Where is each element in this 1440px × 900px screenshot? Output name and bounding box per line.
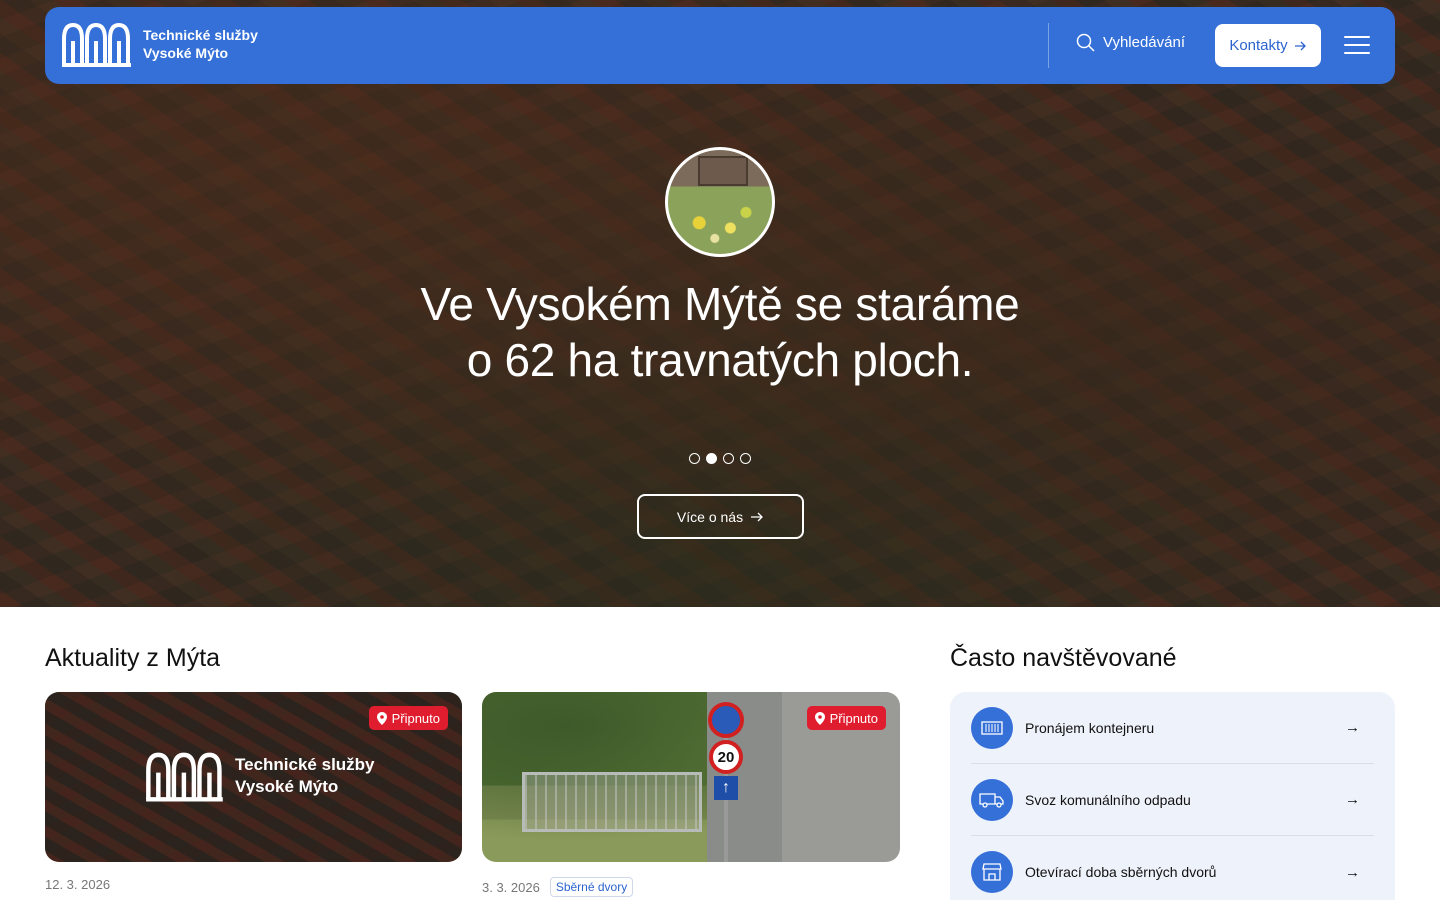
logo-line-1: Technické služby bbox=[143, 27, 258, 43]
site-header: Technické služby Vysoké Mýto Vyhledávání… bbox=[45, 7, 1395, 84]
card-logo-line-1: Technické služby bbox=[235, 755, 375, 774]
frequent-item-label: Otevírací doba sběrných dvorů bbox=[1025, 864, 1217, 880]
card-logo: Technické služby Vysoké Mýto bbox=[145, 750, 375, 802]
truck-icon bbox=[971, 778, 1013, 821]
pinned-label: Připnuto bbox=[829, 710, 878, 726]
news-card-1[interactable]: Připnuto Technické služby Vysoké Mýto bbox=[45, 692, 462, 862]
arrow-right-icon bbox=[751, 512, 763, 521]
frequent-section-title: Často navštěvované bbox=[950, 644, 1177, 672]
gate-image bbox=[522, 772, 702, 832]
frequent-links-panel: Pronájem kontejneru → Svoz komunálního o… bbox=[950, 692, 1395, 900]
logo-mark-icon bbox=[146, 752, 223, 802]
news-card-2[interactable]: 20 ↑ Připnuto bbox=[482, 692, 900, 862]
frequent-item-waste-collection[interactable]: Svoz komunálního odpadu → bbox=[971, 764, 1374, 836]
contacts-label: Kontakty bbox=[1229, 37, 1288, 54]
category-tag[interactable]: Sběrné dvory bbox=[549, 877, 634, 897]
search-icon bbox=[1076, 33, 1095, 52]
logo-line-2: Vysoké Mýto bbox=[143, 45, 229, 61]
news-date: 3. 3. 2026 bbox=[482, 879, 540, 895]
header-divider bbox=[1048, 23, 1049, 68]
no-stopping-sign-icon bbox=[708, 702, 744, 738]
search-button[interactable]: Vyhledávání bbox=[1076, 33, 1185, 52]
frequent-item-label: Svoz komunálního odpadu bbox=[1025, 791, 1191, 808]
search-label: Vyhledávání bbox=[1103, 34, 1186, 51]
frequent-item-container-rental[interactable]: Pronájem kontejneru → bbox=[971, 692, 1374, 764]
slider-dot-2[interactable] bbox=[706, 453, 717, 464]
slider-dot-4[interactable] bbox=[740, 453, 751, 464]
pinned-badge: Připnuto bbox=[806, 706, 886, 730]
hamburger-menu-icon[interactable] bbox=[1344, 36, 1370, 54]
site-logo[interactable]: Technické služby Vysoké Mýto bbox=[61, 21, 258, 67]
contacts-button[interactable]: Kontakty bbox=[1215, 24, 1321, 67]
speed-limit-value: 20 bbox=[717, 748, 735, 766]
news-card-1-meta: 12. 3. 2026 bbox=[45, 877, 110, 892]
store-icon bbox=[971, 851, 1013, 893]
hero-title: Ve Vysokém Mýtě se staráme o 62 ha travn… bbox=[0, 276, 1440, 388]
pinned-badge: Připnuto bbox=[368, 706, 448, 730]
card-logo-line-2: Vysoké Mýto bbox=[235, 777, 339, 796]
card-logo-text: Technické služby Vysoké Mýto bbox=[235, 754, 375, 798]
one-way-sign-icon: ↑ bbox=[714, 776, 738, 800]
slider-dot-3[interactable] bbox=[723, 453, 734, 464]
arrow-right-icon bbox=[1294, 41, 1306, 50]
arrow-right-icon: → bbox=[1345, 719, 1360, 736]
frequent-item-label: Pronájem kontejneru bbox=[1025, 719, 1155, 736]
arrow-right-icon: → bbox=[1345, 863, 1360, 881]
logo-text: Technické služby Vysoké Mýto bbox=[143, 26, 258, 62]
arrow-right-icon: → bbox=[1345, 791, 1360, 808]
logo-mark-icon bbox=[62, 22, 131, 67]
news-date: 12. 3. 2026 bbox=[45, 877, 111, 892]
pin-icon bbox=[376, 711, 387, 725]
frequent-item-collection-yard-hours[interactable]: Otevírací doba sběrných dvorů → bbox=[971, 836, 1374, 900]
slider-dot-1[interactable] bbox=[689, 453, 700, 464]
news-card-2-meta: 3. 3. 2026 Sběrné dvory bbox=[482, 877, 634, 897]
hero-title-line-1: Ve Vysokém Mýtě se staráme bbox=[420, 278, 1020, 330]
pin-icon bbox=[814, 711, 825, 725]
pinned-label: Připnuto bbox=[391, 710, 440, 726]
hero-banner: Ve Vysokém Mýtě se staráme o 62 ha travn… bbox=[0, 0, 1440, 607]
news-section-title: Aktuality z Mýta bbox=[45, 644, 221, 672]
slider-dots bbox=[689, 453, 751, 464]
more-about-us-label: Více o nás bbox=[676, 508, 744, 525]
more-about-us-button[interactable]: Více o nás bbox=[637, 494, 804, 539]
hero-slide-thumbnail bbox=[665, 147, 775, 257]
container-icon bbox=[971, 706, 1013, 749]
hero-title-line-2: o 62 ha travnatých ploch. bbox=[466, 334, 974, 386]
speed-limit-sign-icon: 20 bbox=[709, 740, 743, 774]
